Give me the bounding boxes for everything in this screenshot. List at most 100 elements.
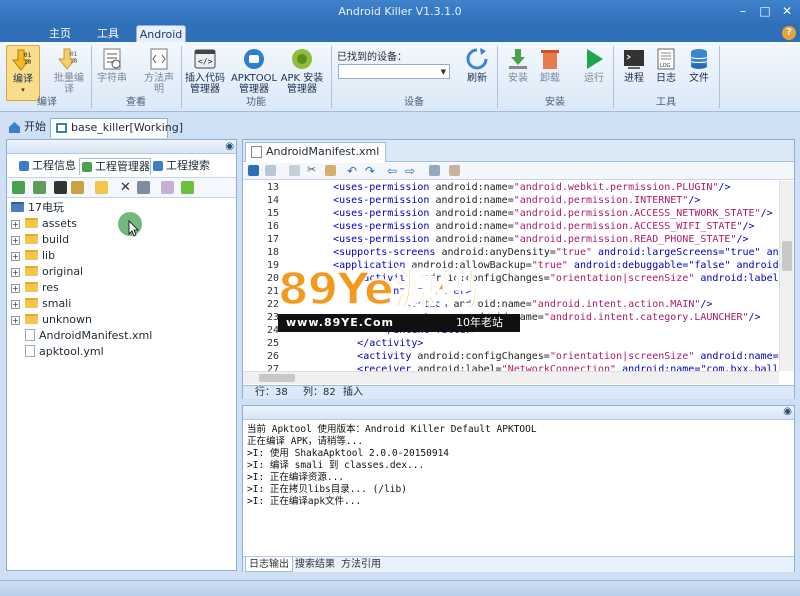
xml-tag: <uses-permission xyxy=(333,221,430,232)
tree-folder[interactable]: + assets xyxy=(11,216,77,232)
horizontal-scrollbar[interactable] xyxy=(243,371,779,384)
tree-folder[interactable]: + original xyxy=(11,264,83,280)
tree-folder[interactable]: + smali xyxy=(11,296,71,312)
svg-text:10: 10 xyxy=(70,58,78,65)
folder-open-icon[interactable] xyxy=(95,181,108,194)
terminal-icon[interactable] xyxy=(54,181,67,194)
expand-icon[interactable]: + xyxy=(11,268,20,277)
method-declaration-button[interactable]: 方法声明 xyxy=(140,45,178,101)
tree-file[interactable]: apktool.yml xyxy=(19,344,104,360)
log-button[interactable]: LOG 日志 xyxy=(652,45,680,101)
tab-home[interactable]: 主页 xyxy=(40,25,80,42)
apk-install-icon xyxy=(290,47,314,71)
help-icon[interactable]: ? xyxy=(782,26,796,40)
uninstall-button[interactable]: 卸载 xyxy=(536,45,564,101)
tree-root[interactable]: 17电玩 xyxy=(11,200,64,216)
paste-icon[interactable] xyxy=(325,165,336,176)
batch-compile-button[interactable]: 01 10 批量编译 xyxy=(50,45,88,101)
chevron-down-icon: ▾ xyxy=(21,86,25,94)
device-select[interactable]: ▼ xyxy=(338,64,450,79)
log-label: 日志 xyxy=(656,73,676,84)
convert-icon[interactable] xyxy=(449,165,460,176)
tree-folder[interactable]: + build xyxy=(11,232,69,248)
xml-value: "android.permission.INTERNET" xyxy=(513,195,689,206)
scroll-thumb[interactable] xyxy=(259,374,295,382)
apktool-manager-button[interactable]: APKTOOL管理器 xyxy=(230,45,278,101)
refresh-button[interactable]: 刷新 xyxy=(462,45,492,101)
save-icon[interactable] xyxy=(33,181,46,194)
expand-icon[interactable]: + xyxy=(11,316,20,325)
tab-project-search[interactable]: 工程搜索 xyxy=(151,158,215,175)
refresh-tree-icon[interactable] xyxy=(12,181,25,194)
xml-value: "NetworkConnection" xyxy=(501,364,617,371)
xml-attribute: android:name= xyxy=(429,234,514,245)
editor-tab-manifest[interactable]: AndroidManifest.xml xyxy=(245,142,387,162)
tab-log-output[interactable]: 日志输出 xyxy=(245,557,293,572)
tab-android[interactable]: Android xyxy=(136,25,186,42)
delete-icon[interactable]: ✕ xyxy=(119,181,132,194)
xml-tag-end: /> xyxy=(736,234,749,245)
vertical-scrollbar[interactable] xyxy=(779,181,794,371)
scroll-thumb[interactable] xyxy=(782,241,792,271)
tab-method-references[interactable]: 方法引用 xyxy=(341,557,381,572)
process-button[interactable]: 进程 xyxy=(620,45,648,101)
compile-button[interactable]: 01 10 编译 ▾ xyxy=(6,45,40,101)
back-icon[interactable]: ⇦ xyxy=(387,164,400,178)
copy-icon[interactable] xyxy=(289,165,300,176)
redo-icon[interactable]: ↷ xyxy=(365,164,378,178)
save-icon[interactable] xyxy=(265,165,276,176)
forward-icon[interactable]: ⇨ xyxy=(405,164,418,178)
install-button[interactable]: 安装 xyxy=(504,45,532,101)
tab-project-info[interactable]: 工程信息 xyxy=(17,158,77,175)
close-button[interactable]: ✕ xyxy=(776,3,798,20)
undo-icon[interactable]: ↶ xyxy=(347,164,360,178)
log-line: >I: 正在拷贝libs目录... (/lib) xyxy=(247,484,407,495)
tree-item-label: unknown xyxy=(42,313,92,326)
insert-code-manager-button[interactable]: </> 插入代码管理器 xyxy=(184,45,226,101)
cursor-highlight xyxy=(118,212,142,237)
format-icon[interactable] xyxy=(429,165,440,176)
process-icon xyxy=(622,47,646,71)
eye-icon[interactable]: ◉ xyxy=(783,406,792,417)
log-line: >I: 使用 ShakaApktool 2.0.0-20150914 xyxy=(247,448,450,459)
insert-code-label: 插入代码管理器 xyxy=(185,73,225,95)
apk-install-manager-button[interactable]: APK 安装管理器 xyxy=(280,45,324,101)
xml-tag: <supports-screens xyxy=(333,247,436,258)
tree-folder[interactable]: + unknown xyxy=(11,312,92,328)
expand-icon[interactable]: + xyxy=(11,284,20,293)
expand-icon[interactable]: + xyxy=(11,300,20,309)
run-button[interactable]: 运行 xyxy=(580,45,608,101)
tab-tools[interactable]: 工具 xyxy=(88,25,128,42)
tree-folder[interactable]: + res xyxy=(11,280,59,296)
tab-start[interactable]: 开始 xyxy=(4,118,48,138)
tree-item-label: res xyxy=(42,281,59,294)
lock-icon[interactable] xyxy=(248,165,259,176)
cut-icon[interactable]: ✂ xyxy=(307,163,318,176)
copy-icon[interactable] xyxy=(161,181,174,194)
xml-tag-end: android:name=" xyxy=(694,351,779,362)
project-search-icon xyxy=(153,161,163,171)
minimize-button[interactable]: – xyxy=(732,3,754,20)
expand-icon[interactable]: + xyxy=(11,236,20,245)
maximize-button[interactable]: □ xyxy=(754,3,776,20)
xml-attribute: android:name= xyxy=(429,195,514,206)
expand-icon[interactable]: + xyxy=(11,252,20,261)
eye-icon[interactable]: ◉ xyxy=(225,141,234,152)
rename-icon[interactable] xyxy=(137,181,150,194)
panel-header: ◉ xyxy=(243,406,794,420)
xml-value: "android.intent.action.MAIN" xyxy=(531,299,701,310)
tree-folder[interactable]: + lib xyxy=(11,248,55,264)
tab-project-manager-label: 工程管理器 xyxy=(95,160,150,173)
add-icon[interactable] xyxy=(181,181,194,194)
project-info-icon xyxy=(19,161,29,171)
tree-file[interactable]: AndroidManifest.xml xyxy=(19,328,152,344)
find-icon[interactable] xyxy=(71,181,84,194)
tab-project-manager[interactable]: 工程管理器 xyxy=(79,158,151,175)
tab-project[interactable]: base_killer[Working] xyxy=(50,118,183,138)
file-button[interactable]: 文件 xyxy=(685,45,713,101)
string-button[interactable]: 字符串 xyxy=(95,45,129,101)
xml-tag-end: android:debuggable="false" android: xyxy=(567,260,779,271)
expand-icon[interactable]: + xyxy=(11,220,20,229)
tab-search-results[interactable]: 搜索结果 xyxy=(295,557,335,572)
